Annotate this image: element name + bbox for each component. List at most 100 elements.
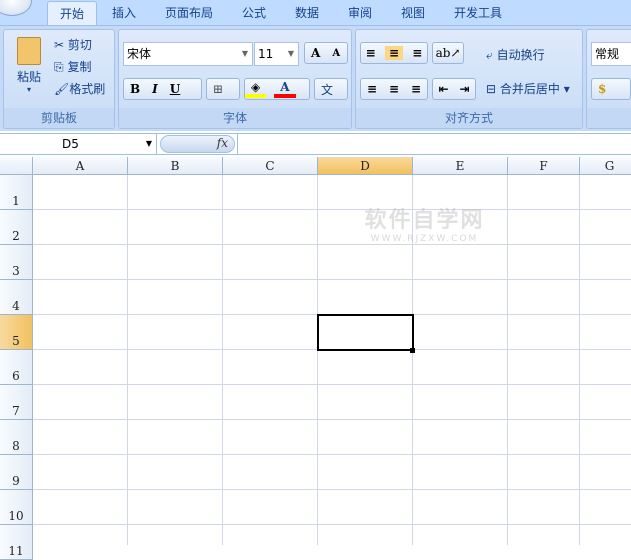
- style-buttons: B I U: [123, 78, 202, 100]
- column-header-d[interactable]: D: [318, 157, 413, 175]
- column-header-e[interactable]: E: [413, 157, 508, 175]
- tab-view[interactable]: 视图: [401, 4, 425, 21]
- watermark-title: 软件自学网: [364, 208, 485, 233]
- name-box[interactable]: D5 ▼: [0, 134, 157, 154]
- grow-font-icon[interactable]: A: [305, 46, 326, 60]
- tab-data[interactable]: 数据: [295, 4, 319, 21]
- gridline: [33, 454, 631, 455]
- watermark-url: WWW.RJZXW.COM: [370, 234, 479, 244]
- alignment-group: ≡ ≡ ≡ ab↗ ≡ ≡ ≡ ⇤ ⇥ ⤶ 自动换行 ⊟ 合并后居中 ▾ 对齐方式: [355, 29, 583, 129]
- vertical-align-buttons: ≡ ≡ ≡: [360, 42, 428, 64]
- tab-formulas[interactable]: 公式: [242, 4, 266, 21]
- underline-button[interactable]: U: [164, 82, 186, 96]
- font-label: 字体: [119, 108, 351, 128]
- chevron-down-icon: ▼: [287, 49, 294, 58]
- selected-cell-d5[interactable]: [317, 314, 414, 351]
- horizontal-align-buttons: ≡ ≡ ≡: [360, 78, 428, 100]
- row-header-9[interactable]: 9: [0, 455, 33, 490]
- italic-button[interactable]: I: [146, 82, 164, 96]
- cut-button[interactable]: ✂ 剪切: [54, 36, 92, 53]
- orientation-icon: ab↗: [435, 46, 461, 60]
- number-group: 常规 $: [586, 29, 631, 129]
- font-color-button[interactable]: A: [274, 80, 296, 98]
- column-header-a[interactable]: A: [33, 157, 128, 175]
- row-header-3[interactable]: 3: [0, 245, 33, 280]
- row-header-4[interactable]: 4: [0, 280, 33, 315]
- font-name-value: 宋体: [127, 47, 152, 61]
- merge-label: 合并后居中: [499, 82, 560, 96]
- phonetic-button[interactable]: 文: [314, 78, 348, 100]
- copy-button[interactable]: ⎘ 复制: [54, 58, 91, 75]
- row-header-8[interactable]: 8: [0, 420, 33, 455]
- align-left-icon[interactable]: ≡: [367, 82, 377, 96]
- phonetic-icon: 文: [321, 82, 334, 97]
- align-right-icon[interactable]: ≡: [411, 82, 421, 96]
- watermark-logo: 软件自学网 WWW.RJZXW.COM: [352, 202, 497, 244]
- border-button[interactable]: ⊞: [206, 78, 240, 100]
- format-painter-label: 格式刷: [69, 82, 106, 96]
- tab-page-layout[interactable]: 页面布局: [165, 4, 213, 21]
- wrap-text-button[interactable]: ⤶ 自动换行: [486, 46, 545, 63]
- column-header-c[interactable]: C: [223, 157, 318, 175]
- font-name-select[interactable]: 宋体 ▼: [123, 42, 253, 66]
- name-box-value: D5: [62, 137, 79, 151]
- chevron-down-icon: ▼: [241, 49, 248, 58]
- row-header-2[interactable]: 2: [0, 210, 33, 245]
- align-bottom-icon[interactable]: ≡: [412, 46, 422, 60]
- shrink-font-icon[interactable]: A: [326, 48, 346, 59]
- copy-label: 复制: [67, 60, 92, 74]
- select-all-button[interactable]: [0, 157, 33, 175]
- paste-button[interactable]: 粘贴 ▾: [12, 34, 46, 100]
- currency-button[interactable]: $: [591, 78, 631, 100]
- formula-input[interactable]: [237, 134, 631, 154]
- insert-function-button[interactable]: fx: [160, 135, 235, 153]
- decrease-indent-icon[interactable]: ⇤: [438, 82, 448, 96]
- align-middle-icon[interactable]: ≡: [384, 46, 404, 60]
- row-header-10[interactable]: 10: [0, 490, 33, 525]
- gridline: [33, 244, 631, 245]
- wrap-icon: ⤶: [486, 48, 493, 62]
- merge-center-button[interactable]: ⊟ 合并后居中 ▾: [486, 80, 570, 97]
- alignment-label: 对齐方式: [356, 108, 582, 128]
- gridline: [33, 279, 631, 280]
- column-header-g[interactable]: G: [580, 157, 631, 175]
- tab-insert[interactable]: 插入: [112, 4, 136, 21]
- office-button[interactable]: [0, 0, 32, 16]
- tab-home[interactable]: 开始: [47, 1, 98, 27]
- clipboard-icon: [17, 37, 41, 65]
- column-header-b[interactable]: B: [128, 157, 223, 175]
- gridline: [33, 419, 631, 420]
- row-header-11[interactable]: 11: [0, 525, 33, 560]
- font-size-select[interactable]: 11 ▼: [254, 42, 299, 66]
- tab-developer[interactable]: 开发工具: [454, 4, 502, 21]
- row-header-1[interactable]: 1: [0, 175, 33, 210]
- row-header-7[interactable]: 7: [0, 385, 33, 420]
- bold-button[interactable]: B: [124, 82, 146, 96]
- number-format-select[interactable]: 常规: [591, 42, 631, 66]
- align-center-icon[interactable]: ≡: [389, 82, 399, 96]
- chevron-down-icon: ▼: [145, 139, 152, 148]
- paste-label: 粘贴: [16, 70, 41, 84]
- ribbon-tabs: 开始 插入 页面布局 公式 数据 审阅 视图 开发工具: [0, 0, 631, 27]
- tab-review[interactable]: 审阅: [348, 4, 372, 21]
- gridline: [33, 489, 631, 490]
- font-size-buttons: AA: [304, 42, 348, 64]
- gridline: [33, 524, 631, 525]
- formula-bar: D5 ▼ fx: [0, 133, 631, 155]
- increase-indent-icon[interactable]: ⇥: [459, 82, 469, 96]
- currency-icon: $: [598, 82, 607, 96]
- number-label: [587, 108, 631, 128]
- row-header-5[interactable]: 5: [0, 315, 33, 350]
- wrap-label: 自动换行: [496, 48, 545, 62]
- indent-buttons: ⇤ ⇥: [432, 78, 476, 100]
- row-header-6[interactable]: 6: [0, 350, 33, 385]
- fill-handle[interactable]: [410, 348, 415, 353]
- align-top-icon[interactable]: ≡: [366, 46, 376, 60]
- copy-icon: ⎘: [54, 60, 64, 74]
- gridline: [33, 209, 631, 210]
- column-header-f[interactable]: F: [508, 157, 580, 175]
- fill-color-button[interactable]: ◈: [245, 80, 267, 98]
- orientation-button[interactable]: ab↗: [432, 42, 464, 64]
- brush-icon: 🖌: [54, 82, 70, 96]
- format-painter-button[interactable]: 🖌格式刷: [54, 80, 105, 97]
